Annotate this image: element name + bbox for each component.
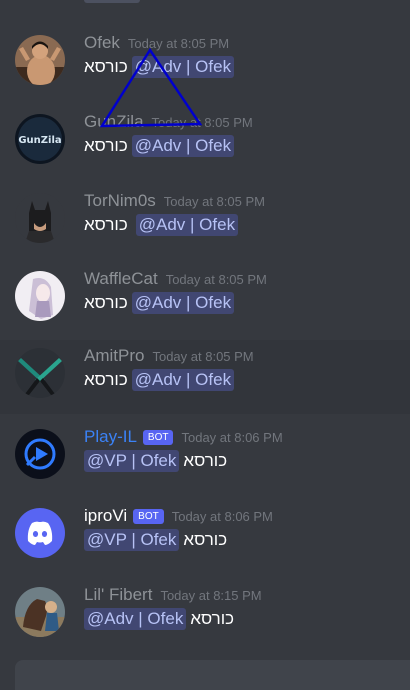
message-text: כורסא	[84, 215, 128, 234]
role-mention[interactable]: @Adv | Ofek	[135, 214, 239, 236]
username[interactable]: WaffleCat	[84, 269, 158, 289]
knives-avatar-icon[interactable]	[15, 348, 65, 398]
message-content: @Adv | Ofek כורסא	[84, 608, 234, 630]
message-item: GunZila GunZila Today at 8:05 PM כורסא @…	[0, 109, 410, 183]
role-mention[interactable]: @Adv | Ofek	[131, 135, 235, 157]
role-mention[interactable]: @VP | Ofek	[84, 529, 180, 551]
timestamp: Today at 8:06 PM	[171, 509, 273, 524]
timestamp: Today at 8:05 PM	[165, 272, 267, 287]
message-text: כורסא	[84, 57, 128, 76]
timestamp: Today at 8:05 PM	[151, 115, 253, 130]
message-item: Ofek Today at 8:05 PM כורסא @Adv | Ofek	[0, 30, 410, 104]
message-text: כורסא	[183, 530, 228, 549]
message-content: כורסא @Adv | Ofek	[84, 369, 235, 391]
bot-badge: BOT	[142, 430, 174, 445]
message-item: Play-IL BOT Today at 8:06 PM @VP | Ofek …	[0, 424, 410, 498]
message-item: AmitPro Today at 8:05 PM כורסא @Adv | Of…	[0, 340, 410, 414]
role-mention[interactable]: @Adv | Ofek	[131, 369, 235, 391]
message-text: כורסא	[190, 609, 235, 628]
message-text: כורסא	[84, 370, 128, 389]
play-il-logo-avatar-icon[interactable]	[15, 429, 65, 479]
message-input-box[interactable]	[15, 660, 410, 690]
username[interactable]: Play-IL	[84, 427, 137, 447]
gunzila-logo-avatar-icon[interactable]: GunZila	[15, 114, 65, 164]
message-content: @VP | Ofek כורסא	[84, 450, 227, 472]
message-item: WaffleCat Today at 8:05 PM כורסא @Adv | …	[0, 266, 410, 340]
karate-man-avatar-icon[interactable]	[15, 35, 65, 85]
message-text: כורסא	[183, 451, 228, 470]
bot-badge: BOT	[133, 509, 164, 524]
message-item: Lil' Fibert Today at 8:15 PM @Adv | Ofek…	[0, 582, 410, 656]
role-mention[interactable]: @Adv | Ofek	[131, 56, 235, 78]
username[interactable]: iproVi	[84, 506, 127, 526]
message-text: כורסא	[84, 293, 128, 312]
batman-avatar-icon[interactable]	[15, 193, 65, 243]
message-content: כורסא @Adv | Ofek	[84, 135, 235, 157]
username[interactable]: AmitPro	[84, 346, 144, 366]
username[interactable]: Lil' Fibert	[84, 585, 152, 605]
message-item: iproVi BOT Today at 8:06 PM @VP | Ofek כ…	[0, 503, 410, 577]
timestamp: Today at 8:05 PM	[152, 349, 254, 364]
timestamp: Today at 8:15 PM	[160, 588, 262, 603]
discord-logo-avatar-icon[interactable]	[15, 508, 65, 558]
previous-message-edge	[84, 0, 140, 3]
timestamp: Today at 8:05 PM	[127, 36, 230, 51]
username[interactable]: Ofek	[84, 33, 120, 53]
message-content: כורסא @Adv | Ofek	[84, 56, 235, 78]
username[interactable]: TorNim0s	[84, 191, 156, 211]
username[interactable]: GunZila	[84, 112, 144, 132]
timestamp: Today at 8:06 PM	[181, 430, 283, 445]
anime-girl-avatar-icon[interactable]	[15, 271, 65, 321]
message-text: כורסא	[84, 136, 128, 155]
message-content: כורסא @Adv | Ofek	[84, 292, 235, 314]
timestamp: Today at 8:05 PM	[163, 194, 265, 209]
message-item: TorNim0s Today at 8:05 PM כורסא @Adv | O…	[0, 188, 410, 262]
role-mention[interactable]: @Adv | Ofek	[84, 608, 187, 630]
message-content: @VP | Ofek כורסא	[84, 529, 227, 551]
horse-avatar-icon[interactable]	[15, 587, 65, 637]
message-content: כורסא @Adv | Ofek	[84, 214, 239, 236]
role-mention[interactable]: @VP | Ofek	[84, 450, 180, 472]
role-mention[interactable]: @Adv | Ofek	[131, 292, 235, 314]
avatar-logo-text: GunZila	[18, 135, 61, 146]
